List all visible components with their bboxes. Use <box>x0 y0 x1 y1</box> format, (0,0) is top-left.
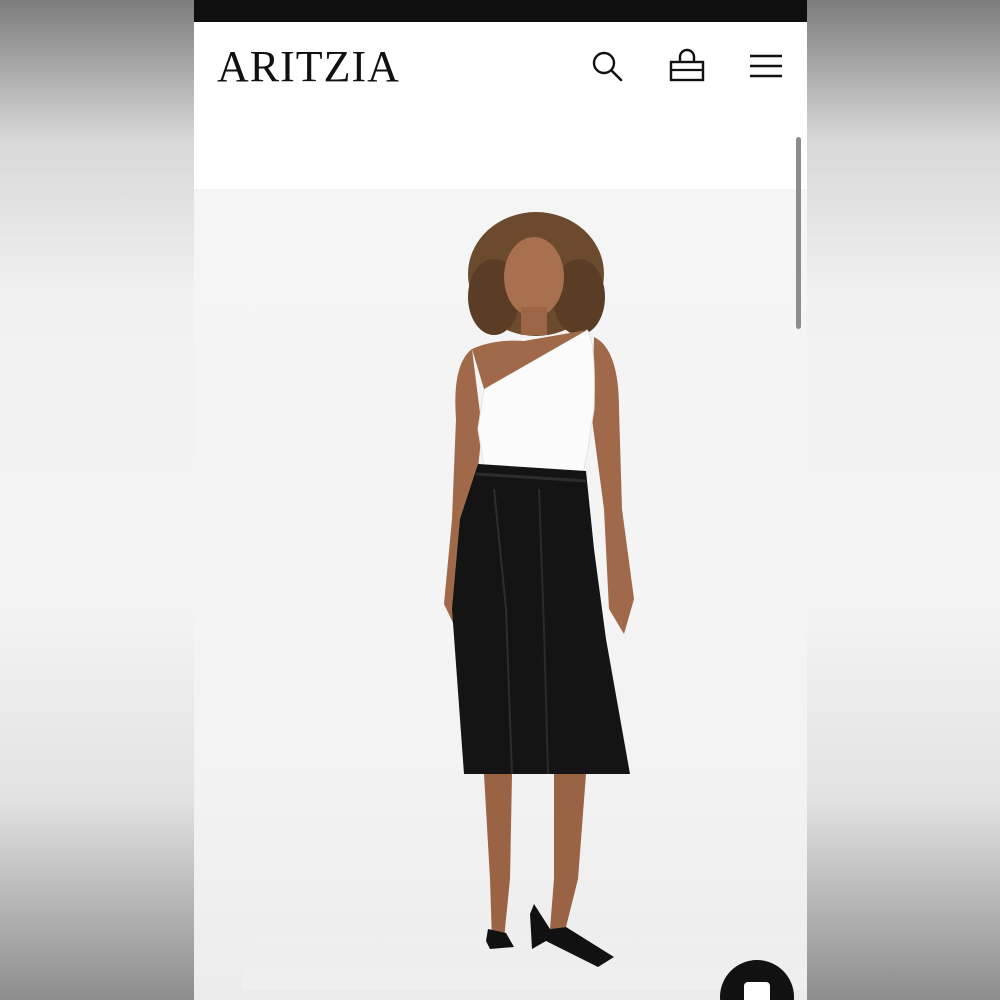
backdrop-left <box>0 0 194 1000</box>
model-figure <box>444 212 634 967</box>
search-icon <box>592 51 623 82</box>
model-skirt <box>452 464 630 774</box>
model-shoe-right <box>530 904 614 967</box>
site-header: ARITZIA <box>194 22 807 114</box>
model-leg-right <box>550 774 586 929</box>
model-leg-left <box>484 774 512 941</box>
brand-logo[interactable]: ARITZIA <box>217 42 400 92</box>
shopping-bag-icon <box>669 48 705 82</box>
backdrop-right <box>807 0 1000 1000</box>
shopping-bag-button[interactable] <box>667 46 707 86</box>
hamburger-menu-icon <box>750 54 782 78</box>
status-bar <box>194 0 807 22</box>
phone-screen: ARITZIA <box>194 0 807 1000</box>
model-shoe-left <box>486 929 514 949</box>
scrollbar[interactable] <box>796 137 801 329</box>
search-button[interactable] <box>587 46 627 86</box>
menu-button[interactable] <box>746 46 786 86</box>
model-face <box>504 237 564 317</box>
product-image[interactable] <box>194 189 807 1000</box>
chat-icon <box>744 982 770 1000</box>
